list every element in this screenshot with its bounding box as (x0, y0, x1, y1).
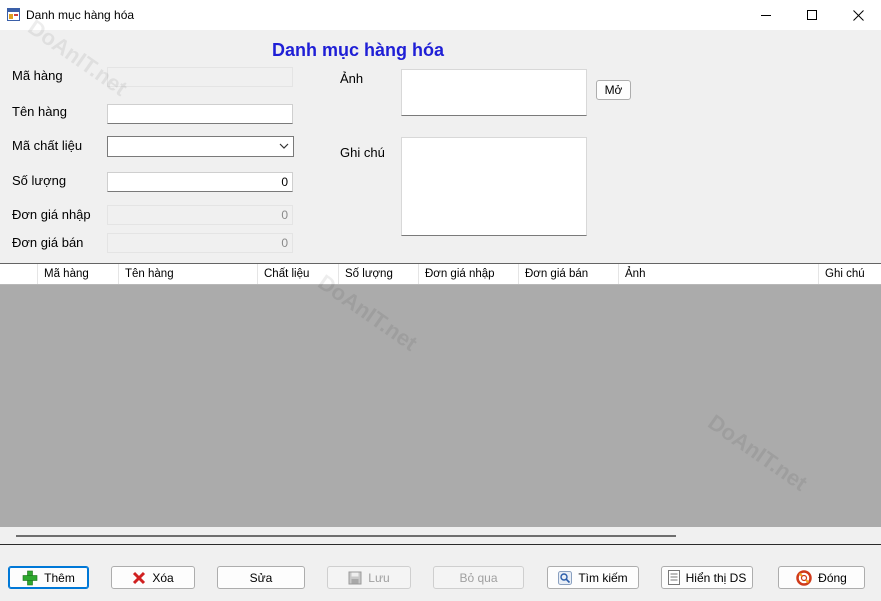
column-header-anh[interactable]: Ảnh (619, 264, 819, 284)
label-anh: Ảnh (340, 71, 364, 86)
plus-icon (22, 570, 38, 585)
anh-field[interactable] (401, 69, 587, 116)
column-header-ghi-chu[interactable]: Ghi chú (819, 264, 881, 284)
edit-button[interactable]: Sửa (217, 566, 305, 589)
close-button[interactable] (835, 0, 881, 30)
skip-button[interactable]: Bỏ qua (433, 566, 524, 589)
list-document-icon (667, 570, 680, 585)
maximize-button[interactable] (789, 0, 835, 30)
search-icon (558, 570, 573, 585)
scrollbar-thumb[interactable] (16, 535, 676, 537)
lifebuoy-icon (796, 569, 812, 586)
close-form-button-label: Đóng (818, 570, 847, 585)
show-list-button-label: Hiển thị DS (685, 570, 747, 585)
minimize-button[interactable] (743, 0, 789, 30)
add-button-label: Thêm (44, 570, 75, 585)
toolbar-separator (0, 544, 881, 545)
label-ten-hang: Tên hàng (12, 104, 67, 119)
close-icon (852, 9, 864, 21)
title-bar: Danh mục hàng hóa (0, 0, 881, 30)
column-header-so-luong[interactable]: Số lượng (339, 264, 419, 284)
search-button[interactable]: Tìm kiếm (547, 566, 639, 589)
edit-button-label: Sửa (249, 570, 273, 585)
window-title: Danh mục hàng hóa (26, 8, 135, 22)
label-ghi-chu: Ghi chú (340, 145, 385, 160)
grid-header: Mã hàng Tên hàng Chất liệu Số lượng Đơn … (0, 264, 881, 285)
form-heading: Danh mục hàng hóa (272, 40, 445, 60)
column-header-don-gia-nhap[interactable]: Đơn giá nhập (419, 264, 519, 284)
label-so-luong: Số lượng (12, 173, 67, 188)
chevron-down-icon (279, 143, 289, 149)
skip-button-label: Bỏ qua (459, 570, 498, 585)
column-header-don-gia-ban[interactable]: Đơn giá bán (519, 264, 619, 284)
label-don-gia-nhap: Đơn giá nhập (12, 207, 91, 222)
close-form-button[interactable]: Đóng (778, 566, 865, 589)
label-ma-hang: Mã hàng (12, 68, 63, 83)
delete-button[interactable]: Xóa (111, 566, 195, 589)
delete-x-icon (133, 571, 146, 584)
don-gia-nhap-field[interactable]: 0 (107, 205, 293, 225)
form-app-icon (7, 8, 20, 21)
maximize-icon (806, 9, 817, 20)
search-button-label: Tìm kiếm (578, 570, 628, 585)
add-button[interactable]: Thêm (8, 566, 89, 589)
products-data-grid[interactable]: Mã hàng Tên hàng Chất liệu Số lượng Đơn … (0, 263, 881, 528)
column-header-ma-hang[interactable]: Mã hàng (38, 264, 119, 284)
open-image-button[interactable]: Mở (596, 80, 631, 100)
label-don-gia-ban: Đơn giá bán (12, 235, 84, 250)
ma-hang-field[interactable] (107, 67, 293, 87)
grid-row-header[interactable] (0, 264, 38, 284)
label-ma-chat-lieu: Mã chất liệu (12, 138, 83, 153)
minimize-icon (760, 14, 771, 16)
don-gia-ban-field[interactable]: 0 (107, 233, 293, 253)
ghi-chu-field[interactable] (401, 137, 587, 236)
so-luong-field[interactable]: 0 (107, 172, 293, 192)
delete-button-label: Xóa (152, 570, 174, 585)
column-header-chat-lieu[interactable]: Chất liệu (258, 264, 339, 284)
grid-horizontal-scrollbar[interactable] (0, 527, 881, 544)
save-button-label: Lưu (368, 570, 390, 585)
column-header-ten-hang[interactable]: Tên hàng (119, 264, 258, 284)
floppy-disk-icon (348, 571, 362, 584)
save-button[interactable]: Lưu (327, 566, 411, 589)
ma-chat-lieu-combobox[interactable] (107, 136, 294, 157)
show-list-button[interactable]: Hiển thị DS (661, 566, 753, 589)
ten-hang-field[interactable] (107, 104, 293, 124)
